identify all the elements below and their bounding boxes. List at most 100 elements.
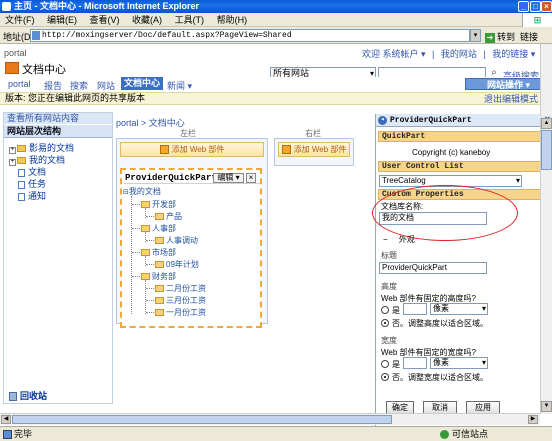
- scroll-thumb[interactable]: [541, 130, 552, 170]
- close-window-button[interactable]: ×: [541, 1, 552, 12]
- tree-node[interactable]: 人事调动: [146, 235, 198, 246]
- webpart-close-button[interactable]: ×: [246, 173, 256, 183]
- tool-pane-header: ◂ ProviderQuickPart ×: [376, 114, 552, 127]
- scroll-thumb[interactable]: [12, 415, 392, 424]
- recycle-bin-icon: [9, 392, 17, 402]
- tree-node[interactable]: ⊟我的文档: [123, 186, 161, 197]
- add-web-part-right-button[interactable]: 添加 Web 部件: [278, 142, 350, 157]
- tree-node[interactable]: 09年计划: [146, 259, 199, 270]
- tree-node[interactable]: 二月份工资: [146, 283, 206, 294]
- tree-node[interactable]: 开发部: [132, 199, 176, 210]
- width-yes-radio[interactable]: [381, 360, 389, 368]
- site-title[interactable]: 文档中心: [22, 61, 66, 77]
- ql-item-label: 任务: [28, 179, 47, 189]
- tab-search[interactable]: 搜索: [70, 79, 88, 92]
- my-site-link[interactable]: 我的网站: [441, 49, 477, 59]
- site-breadcrumb[interactable]: portal: [4, 48, 27, 58]
- tree-node[interactable]: 人事部: [132, 223, 176, 234]
- site-hierarchy-heading: 网站层次结构: [4, 125, 112, 138]
- height-label: 高度: [381, 282, 397, 291]
- tree-node[interactable]: 财务部: [132, 271, 176, 282]
- menu-favorites[interactable]: 收藏(A): [127, 13, 167, 27]
- site-actions-button[interactable]: 网站操作 ▾: [465, 78, 552, 90]
- folder-icon: [17, 145, 26, 153]
- page-scrollbar[interactable]: [540, 44, 552, 116]
- go-button[interactable]: ➜ 转到: [485, 30, 515, 43]
- scroll-right-icon[interactable]: ▶: [528, 415, 538, 424]
- tab-sites[interactable]: 网站: [97, 79, 115, 92]
- tree-node-label: 市场部: [152, 248, 176, 257]
- width-unit-select[interactable]: 像素: [430, 357, 488, 369]
- collapse-icon[interactable]: −: [383, 235, 388, 244]
- status-text: 完毕: [14, 429, 33, 439]
- tree-node[interactable]: 市场部: [132, 247, 176, 258]
- tree-node-label: 二月份工资: [166, 284, 206, 293]
- scroll-up-icon[interactable]: ▲: [541, 118, 552, 129]
- menu-file[interactable]: 文件(F): [0, 13, 40, 27]
- ql-item-label: 通知: [28, 191, 47, 201]
- folder-icon: [155, 285, 164, 293]
- version-text: 版本: 您正在编辑此网页的共享版本: [5, 93, 146, 103]
- webpart-edit-menu[interactable]: 编辑 ▾: [213, 173, 244, 183]
- scroll-down-icon[interactable]: ▼: [541, 401, 552, 412]
- window-title-bar: 主页 - 文档中心 - Microsoft Internet Explorer …: [0, 0, 552, 13]
- copyright-text: Copyright (c) kaneboy: [412, 148, 491, 157]
- tree-node[interactable]: 三月份工资: [146, 295, 206, 306]
- height-no-radio[interactable]: [381, 319, 389, 327]
- tab-news[interactable]: 新闻 ▾: [167, 79, 192, 92]
- add-web-part-left-button[interactable]: 添加 Web 部件: [120, 142, 264, 157]
- tab-portal[interactable]: portal: [8, 79, 31, 89]
- address-input[interactable]: http://moxingserver/Doc/default.aspx?Pag…: [30, 29, 470, 42]
- address-bar: 地址(D) http://moxingserver/Doc/default.as…: [0, 27, 552, 44]
- exit-edit-mode-link[interactable]: 退出编辑模式 ✕: [484, 94, 548, 105]
- menu-tools[interactable]: 工具(T): [170, 13, 210, 27]
- status-bar: 完毕 可信站点: [0, 426, 552, 441]
- folder-icon: [155, 297, 164, 305]
- height-no-label: 否。调整高度以适合区域。: [392, 319, 488, 328]
- welcome-menu[interactable]: 欢迎 系统帐户 ▾: [362, 49, 426, 59]
- tree-node-label: 一月份工资: [166, 308, 206, 317]
- section-label: QuickPart: [382, 132, 426, 141]
- minimize-button[interactable]: _: [518, 1, 529, 12]
- folder-icon: [141, 225, 150, 233]
- section-label: User Control List: [382, 162, 464, 171]
- height-value-input[interactable]: [403, 303, 427, 315]
- title-label: 标题: [381, 251, 397, 260]
- links-button[interactable]: 链接: [520, 30, 538, 43]
- recycle-bin-link[interactable]: 回收站: [9, 389, 47, 402]
- folder-icon: [141, 273, 150, 281]
- title-input[interactable]: ProviderQuickPart: [379, 262, 487, 274]
- my-links-menu[interactable]: 我的链接 ▾: [492, 49, 535, 59]
- menu-edit[interactable]: 编辑(E): [42, 13, 82, 27]
- menu-view[interactable]: 查看(V): [85, 13, 125, 27]
- tab-doc-center[interactable]: 文档中心: [121, 77, 164, 90]
- maximize-button[interactable]: □: [530, 1, 541, 12]
- tree-node-label: 人事部: [152, 224, 176, 233]
- back-arrow-icon[interactable]: ◂: [378, 116, 387, 125]
- section-quickpart[interactable]: QuickPart⌃: [378, 131, 551, 142]
- horizontal-scrollbar[interactable]: ◀ ▶: [0, 413, 540, 425]
- width-no-radio[interactable]: [381, 373, 389, 381]
- width-value-input[interactable]: [403, 357, 427, 369]
- tree-node[interactable]: 产品: [146, 211, 182, 222]
- menu-help[interactable]: 帮助(H): [212, 13, 253, 27]
- tree-node-label: 开发部: [152, 200, 176, 209]
- view-all-site-content-link[interactable]: 查看所有网站内容: [4, 113, 112, 124]
- address-dropdown-icon[interactable]: ▾: [470, 29, 481, 42]
- folder-icon: [155, 309, 164, 317]
- tree-node[interactable]: 一月份工资: [146, 307, 206, 318]
- tab-reports[interactable]: 报告: [44, 79, 62, 92]
- announcement-icon: [18, 192, 25, 201]
- height-unit-select[interactable]: 像素: [430, 303, 488, 315]
- add-web-part-icon: [159, 145, 169, 155]
- section-user-control-list[interactable]: User Control List⌃: [378, 161, 551, 172]
- height-yes-radio[interactable]: [381, 306, 389, 314]
- expand-icon[interactable]: +: [9, 159, 16, 166]
- go-label: 转到: [497, 32, 516, 42]
- scroll-left-icon[interactable]: ◀: [1, 415, 11, 424]
- tool-pane: ◂ ProviderQuickPart × QuickPart⌃ Copyrig…: [375, 114, 552, 426]
- trusted-zone-icon: [440, 430, 449, 439]
- tool-pane-scrollbar[interactable]: ▲ ▼: [540, 118, 552, 414]
- ql-item-announcements[interactable]: 通知: [18, 189, 46, 202]
- width-label: 宽度: [381, 336, 397, 345]
